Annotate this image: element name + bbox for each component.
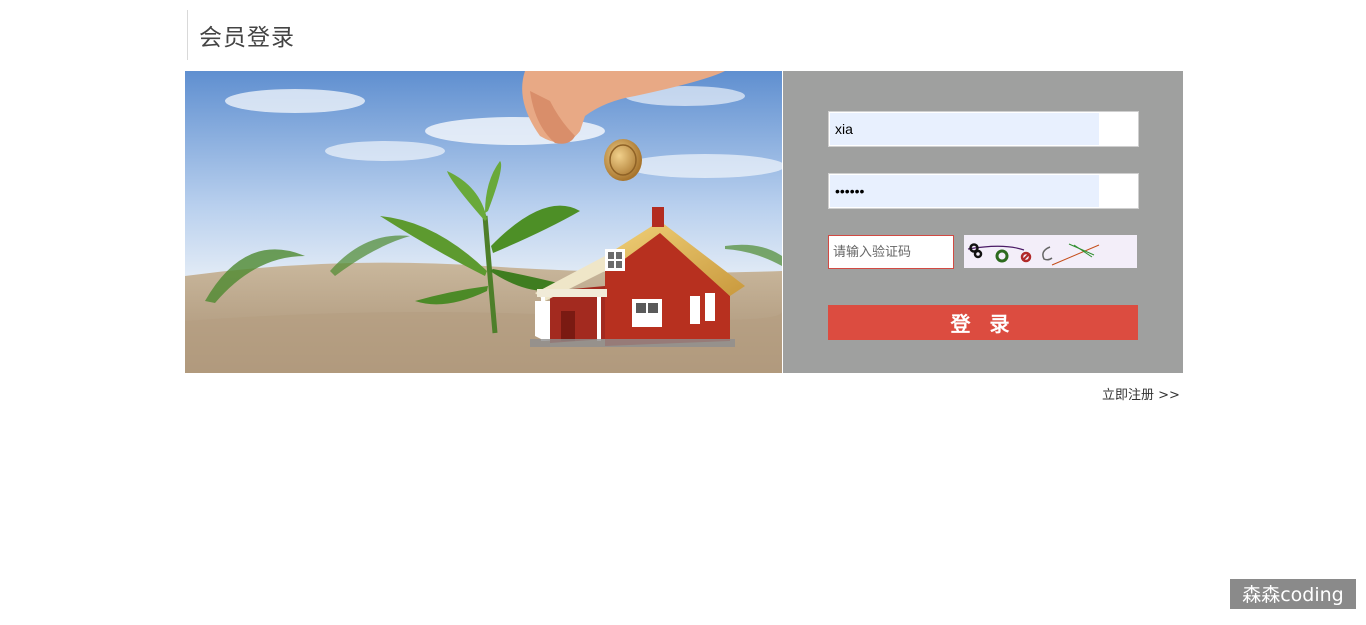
captcha-glyphs bbox=[967, 243, 1100, 266]
username-input[interactable] bbox=[829, 112, 1138, 146]
page-header: 会员登录 bbox=[187, 10, 295, 60]
register-link[interactable]: 立即注册 >> bbox=[1102, 384, 1180, 403]
captcha-input[interactable] bbox=[828, 235, 954, 269]
password-input[interactable] bbox=[829, 174, 1138, 208]
captcha-image[interactable] bbox=[964, 235, 1137, 268]
page-title: 会员登录 bbox=[199, 25, 295, 51]
watermark-badge: 森森coding bbox=[1230, 579, 1356, 609]
login-button[interactable]: 登 录 bbox=[828, 305, 1138, 340]
login-panel: 登 录 bbox=[783, 71, 1183, 373]
password-field-box bbox=[828, 173, 1139, 209]
house-coin-illustration bbox=[185, 71, 782, 373]
banner-image bbox=[185, 71, 782, 373]
login-page: 会员登录 xia •••••• 请输入验证码 登 录 立即注册 >> 森森cod… bbox=[0, 0, 1366, 625]
username-field-box bbox=[828, 111, 1139, 147]
